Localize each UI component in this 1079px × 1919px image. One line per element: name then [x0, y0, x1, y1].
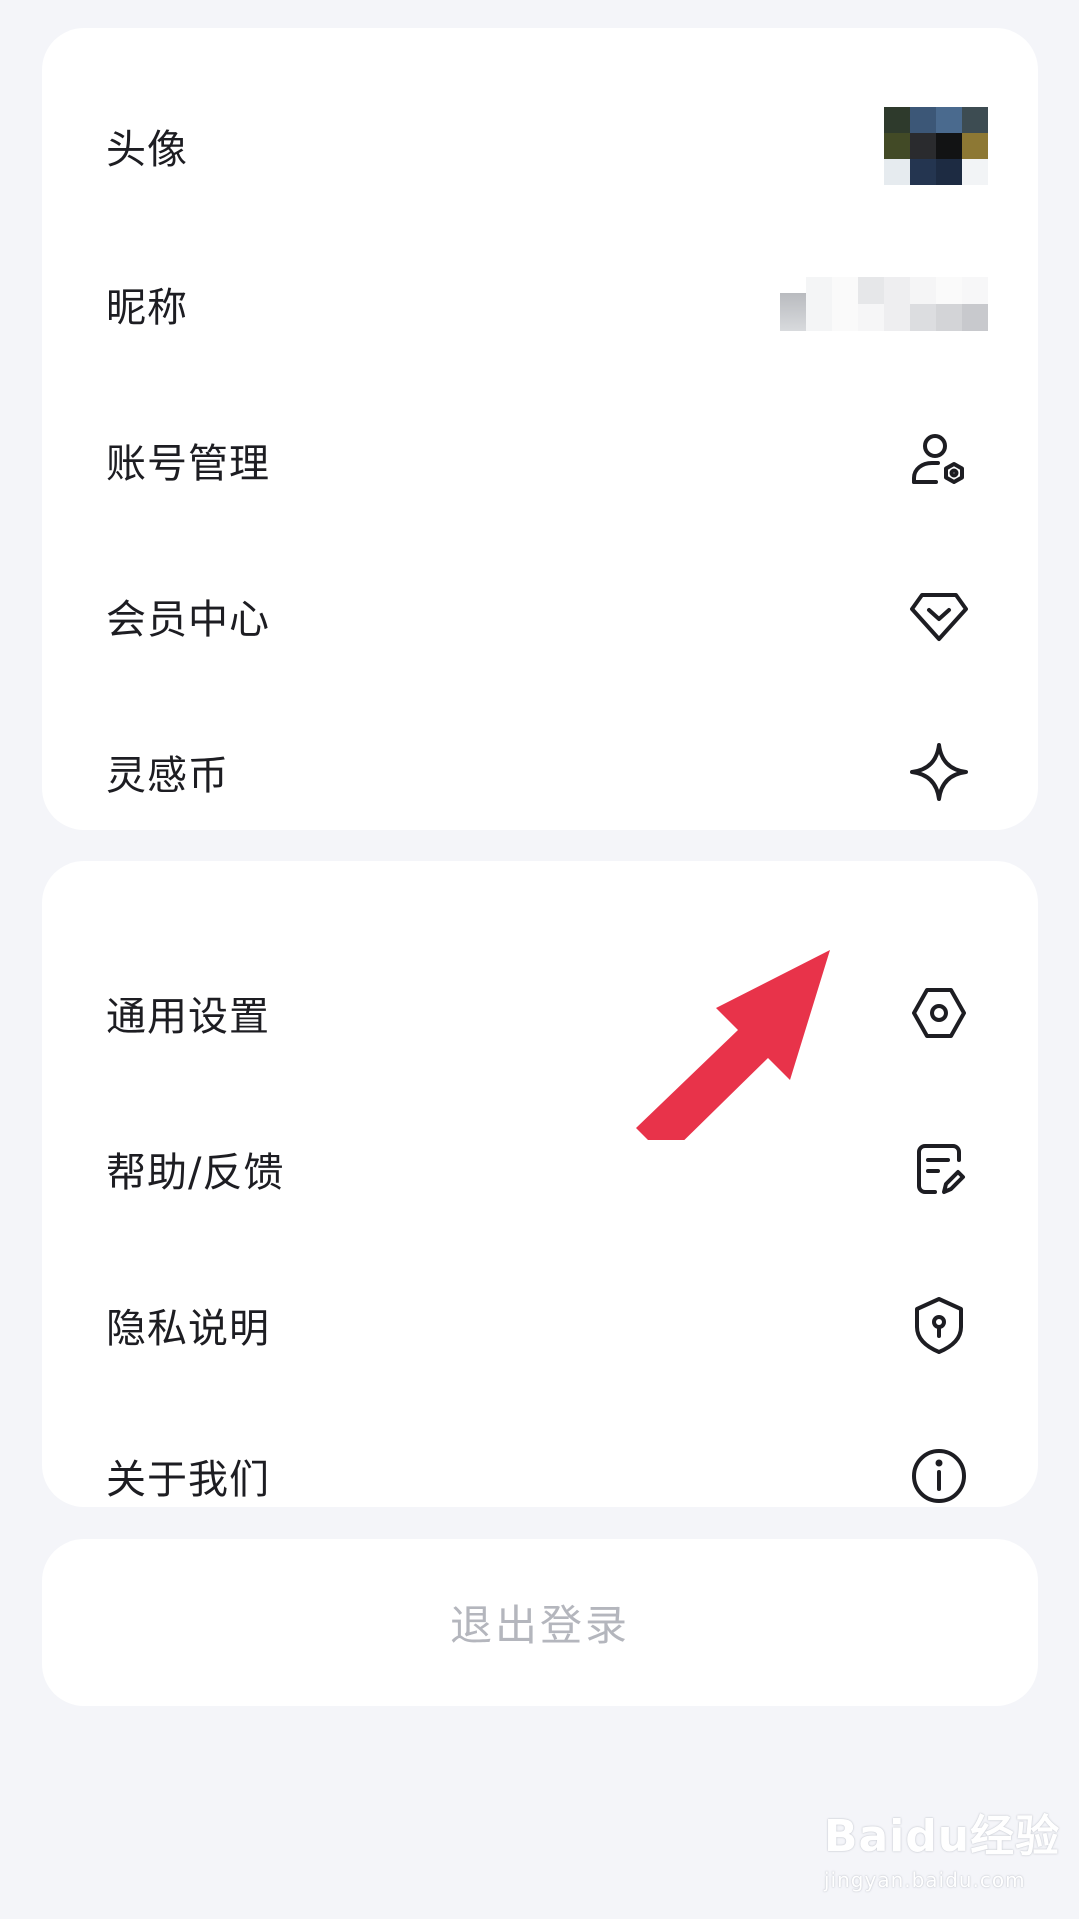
logout-button[interactable]: 退出登录 [42, 1539, 1038, 1706]
nickname-row[interactable]: 昵称 [42, 244, 1038, 364]
feedback-edit-icon [908, 1138, 970, 1200]
help-feedback-label: 帮助/反馈 [106, 1150, 285, 1196]
account-management-label: 账号管理 [106, 441, 270, 487]
hexagon-settings-icon [908, 982, 970, 1044]
nickname-label: 昵称 [106, 285, 188, 331]
settings-card: 通用设置 帮助/反馈 隐私说明 关于我们 [42, 861, 1038, 1507]
privacy-statement-label: 隐私说明 [106, 1306, 270, 1352]
watermark: Baidu经验 jingyan.baidu.com [824, 1800, 1061, 1892]
avatar-label: 头像 [106, 127, 188, 173]
inspiration-coins-label: 灵感币 [106, 753, 229, 799]
red-annotation-arrow-icon [636, 950, 830, 1140]
watermark-logo-text: Baidu经验 [824, 1811, 1061, 1862]
inspiration-coins-row[interactable]: 灵感币 [42, 712, 1038, 832]
member-center-label: 会员中心 [106, 597, 270, 643]
nickname-value-blurred [748, 277, 988, 331]
avatar-row[interactable]: 头像 [42, 86, 1038, 206]
account-management-row[interactable]: 账号管理 [42, 400, 1038, 520]
user-gear-icon [908, 429, 970, 491]
info-icon [908, 1445, 970, 1507]
general-settings-label: 通用设置 [106, 994, 270, 1040]
member-center-row[interactable]: 会员中心 [42, 556, 1038, 676]
logout-card: 退出登录 [42, 1539, 1038, 1706]
help-feedback-row[interactable]: 帮助/反馈 [42, 1109, 1038, 1229]
watermark-url: jingyan.baidu.com [824, 1868, 1026, 1892]
shield-keyhole-icon [908, 1294, 970, 1356]
diamond-icon [908, 585, 970, 647]
about-us-label: 关于我们 [106, 1457, 270, 1503]
profile-card: 头像 昵称 账号管理 会员中心 灵感币 [42, 28, 1038, 830]
privacy-statement-row[interactable]: 隐私说明 [42, 1265, 1038, 1385]
general-settings-row[interactable]: 通用设置 [42, 953, 1038, 1073]
sparkle-icon [908, 741, 970, 803]
avatar[interactable] [884, 107, 988, 185]
about-us-row[interactable]: 关于我们 [42, 1421, 1038, 1531]
